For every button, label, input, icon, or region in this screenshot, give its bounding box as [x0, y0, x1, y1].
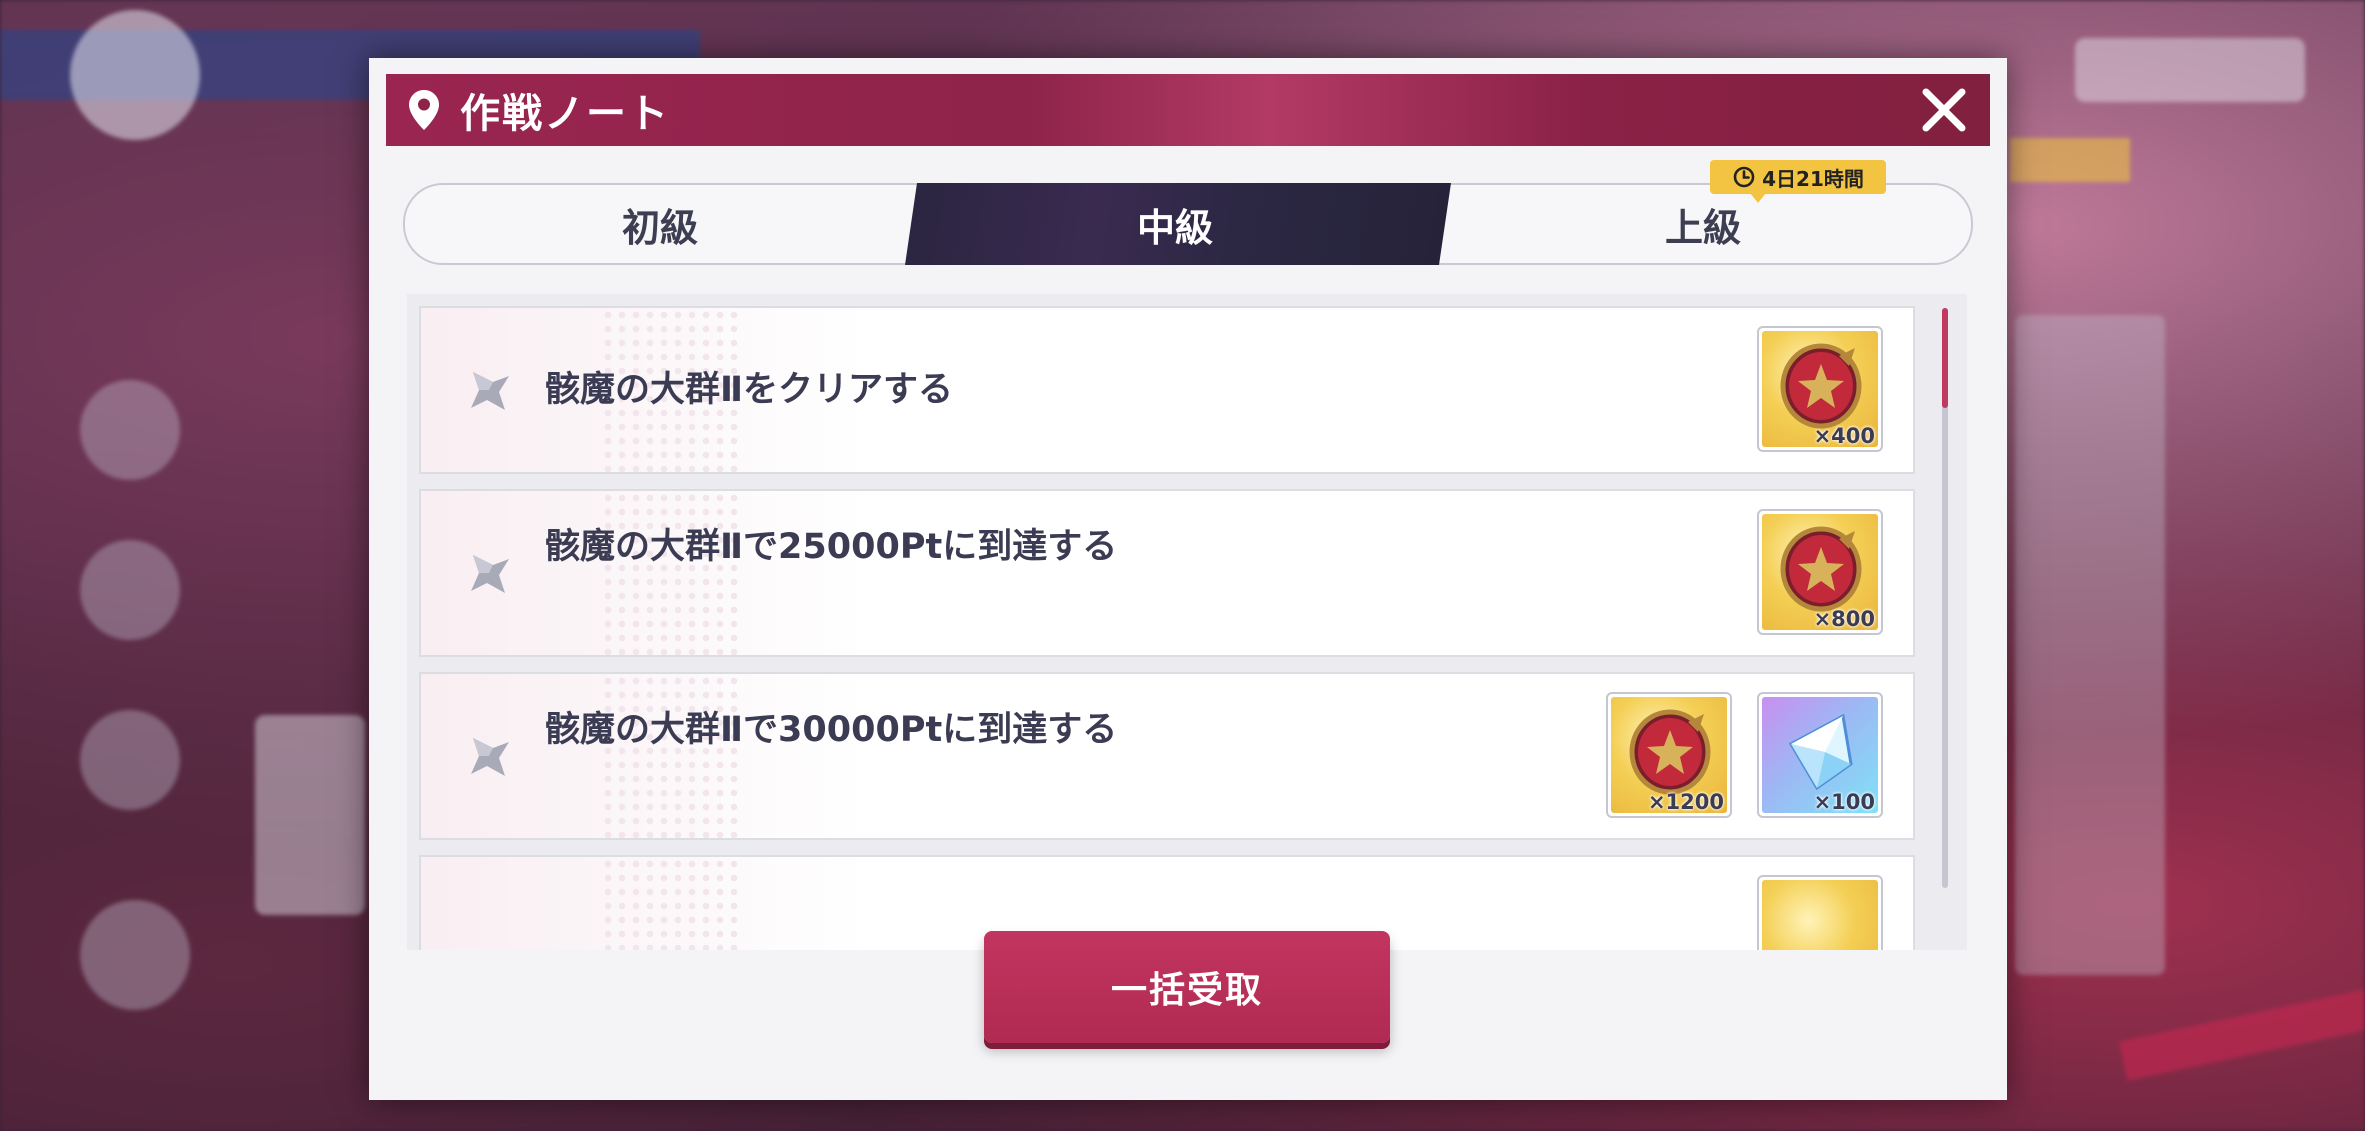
tab-beginner[interactable]: 初級 — [405, 185, 915, 263]
reward-item[interactable] — [1757, 875, 1883, 950]
time-remaining-text: 4日21時間 — [1762, 166, 1864, 191]
reward-art — [1762, 880, 1878, 950]
bg-menu-icon — [80, 900, 190, 1010]
medal-icon — [1629, 709, 1711, 795]
reward-item[interactable]: ×100 — [1757, 692, 1883, 818]
bg-back-button — [70, 10, 200, 140]
bg-side-panel — [2015, 315, 2165, 975]
mission-item[interactable]: 骸魔の大群Ⅱで30000Ptに到達する ×1200 ×100 — [419, 672, 1915, 840]
bg-menu-icon — [80, 380, 180, 480]
shuriken-star-icon — [471, 738, 509, 776]
medal-icon — [1780, 343, 1862, 429]
dialog-header: 作戦ノート — [386, 74, 1990, 146]
tab-label: 中級 — [1136, 205, 1213, 250]
close-button[interactable] — [1916, 82, 1972, 138]
mission-description: 骸魔の大群Ⅱで30000Ptに到達する — [545, 710, 1118, 750]
location-pin-icon — [402, 88, 446, 132]
scrollbar-thumb[interactable] — [1942, 308, 1948, 408]
reward-item[interactable]: ×1200 — [1606, 692, 1732, 818]
reward-quantity: ×1200 — [1647, 790, 1724, 814]
bg-badge — [2010, 138, 2130, 182]
reward-quantity: ×800 — [1813, 607, 1875, 631]
bg-ribbon — [2119, 979, 2365, 1081]
close-icon — [1922, 88, 1966, 132]
mission-description: 骸魔の大群Ⅱで25000Ptに到達する — [545, 527, 1118, 567]
mission-item[interactable]: 骸魔の大群Ⅱで25000Ptに到達する ×800 — [419, 489, 1915, 657]
clock-icon — [1733, 166, 1755, 188]
tab-label: 初級 — [621, 205, 698, 250]
mission-description: 骸魔の大群Ⅱをクリアする — [545, 370, 954, 410]
bg-currency-pill — [2075, 38, 2305, 102]
mission-item[interactable]: 骸魔の大群Ⅱをクリアする ×400 — [419, 306, 1915, 474]
reward-item[interactable]: ×400 — [1757, 326, 1883, 452]
reward-item[interactable]: ×800 — [1757, 509, 1883, 635]
tab-label: 上級 — [1664, 205, 1741, 250]
bg-menu-icon — [80, 710, 180, 810]
shuriken-star-icon — [471, 372, 509, 410]
time-remaining-badge: 4日21時間 — [1710, 160, 1886, 203]
reward-quantity: ×100 — [1813, 790, 1875, 814]
crystal-icon — [1788, 713, 1853, 791]
tab-intermediate[interactable]: 中級 — [905, 185, 1445, 263]
mission-list[interactable]: 骸魔の大群Ⅱをクリアする ×400 骸魔の大群Ⅱで25000Ptに到達する ×8… — [407, 294, 1967, 950]
medal-icon — [1780, 526, 1862, 612]
operation-notes-dialog: 作戦ノート 初級 中級 上級 4日21時間 骸魔の大群Ⅱをクリアする ×400 … — [369, 58, 2007, 1100]
bg-menu-icon — [80, 540, 180, 640]
reward-quantity: ×400 — [1813, 424, 1875, 448]
bg-panel — [255, 715, 365, 915]
claim-all-button[interactable]: 一括受取 — [984, 931, 1390, 1043]
dialog-title: 作戦ノート — [460, 91, 670, 137]
tab-advanced[interactable]: 上級 — [1435, 185, 1971, 263]
difficulty-tabs: 初級 中級 上級 — [403, 183, 1973, 265]
shuriken-star-icon — [471, 555, 509, 593]
